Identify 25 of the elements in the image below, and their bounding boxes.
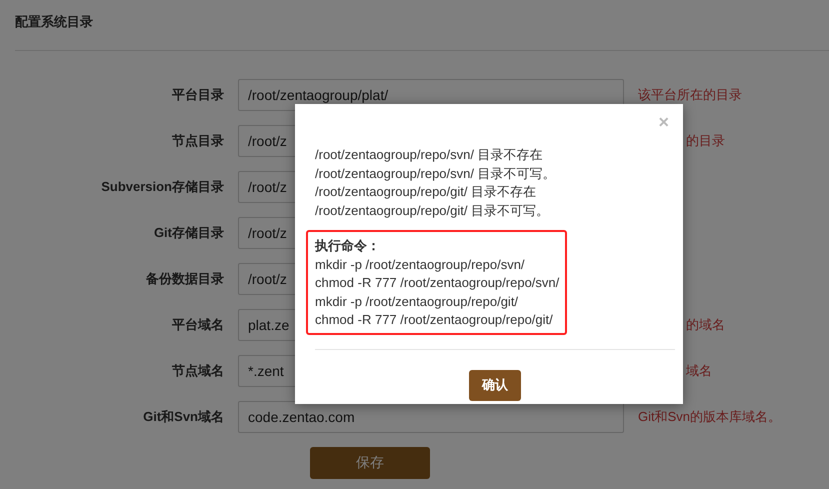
field-label: 平台域名 [171,316,225,334]
field-hint: 的域名 [686,316,725,334]
error-message: /root/zentaogroup/repo/svn/ 目录不可写。 [315,164,557,183]
command-heading: 执行命令： [315,237,381,255]
field-label: 备份数据目录 [144,270,225,288]
error-message: /root/zentaogroup/repo/git/ 目录不可写。 [315,202,550,220]
error-message: /root/zentaogroup/repo/svn/ 目录不存在 [315,146,544,164]
field-label: Git存储目录 [152,224,225,242]
save-button[interactable]: 保存 [310,447,430,479]
field-hint: 的目录 [686,132,725,150]
command-line: mkdir -p /root/zentaogroup/repo/git/ [315,292,520,311]
section-title: 配置系统目录 [14,13,94,31]
error-message: /root/zentaogroup/repo/git/ 目录不存在 [315,183,538,201]
field-hint: Git和Svn的版本库域名。 [638,408,782,426]
field-label: 平台目录 [171,86,225,104]
command-line: mkdir -p /root/zentaogroup/repo/svn/ [315,256,526,274]
field-label: Subversion存储目录 [100,178,225,196]
field-hint: 该平台所在的目录 [638,86,742,104]
field-label: 节点目录 [171,132,225,150]
confirm-button[interactable]: 确认 [469,370,521,400]
field-label: Git和Svn域名 [142,408,225,426]
command-line: chmod -R 777 /root/zentaogroup/repo/svn/ [315,274,560,292]
field-hint: 域名 [686,362,712,380]
command-line: chmod -R 777 /root/zentaogroup/repo/git/ [315,311,554,329]
field-label: 节点域名 [171,362,225,380]
